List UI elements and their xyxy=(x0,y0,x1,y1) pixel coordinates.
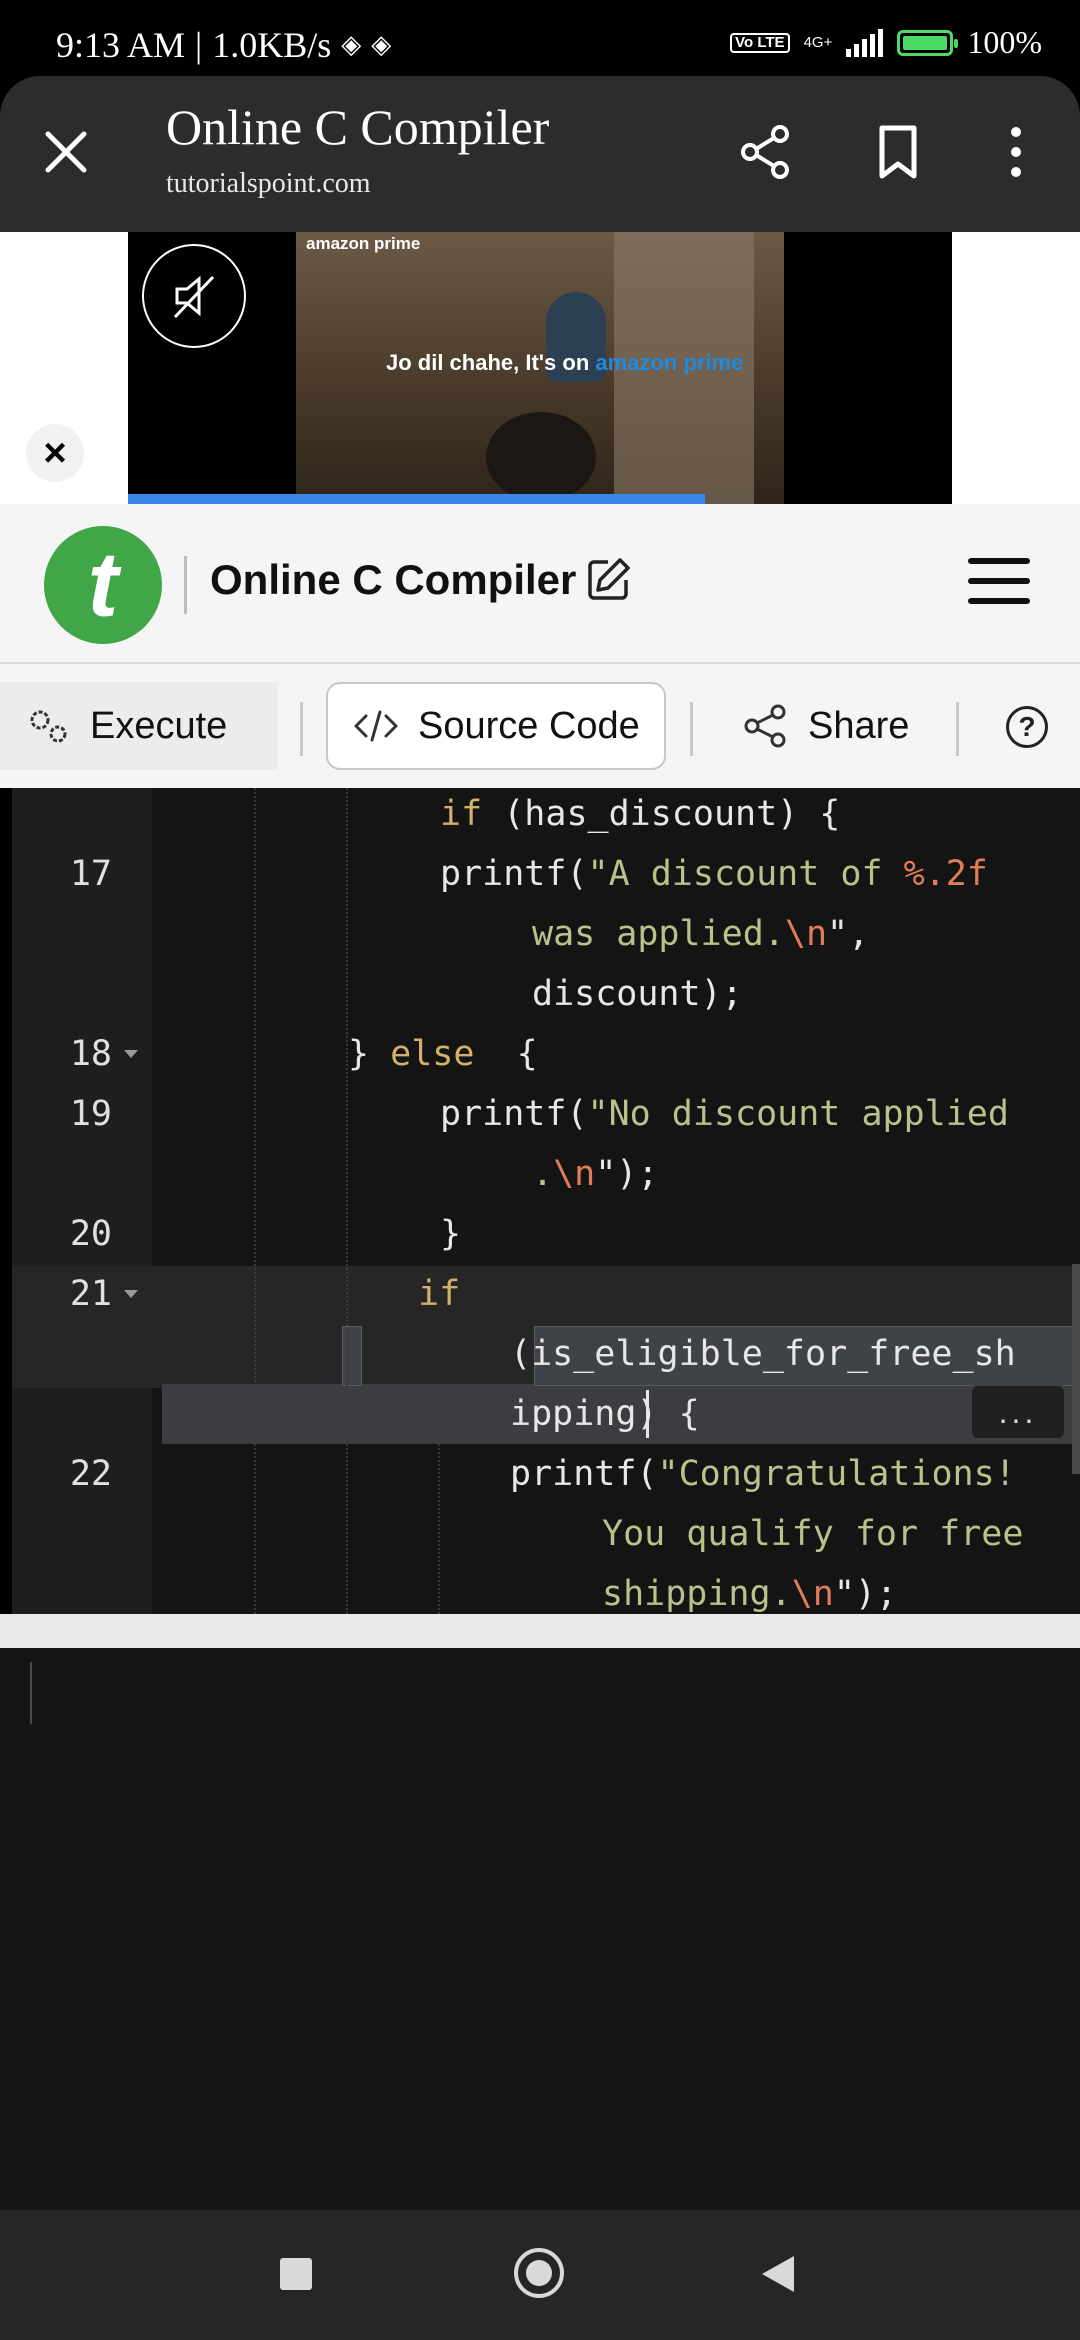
line-number: 17 xyxy=(69,854,112,894)
gears-icon xyxy=(30,710,67,743)
home-icon[interactable] xyxy=(514,2248,564,2298)
browser-page-title: Online C Compiler xyxy=(166,99,550,155)
ad-tagline: Jo dil chahe, It's on amazon prime xyxy=(386,350,744,375)
ad-tagline-brand: amazon prime xyxy=(595,350,744,375)
code-line: 18 } else { xyxy=(12,1024,1080,1084)
source-code-label: Source Code xyxy=(418,704,640,747)
video-progress-bar xyxy=(128,494,705,504)
share-label: Share xyxy=(808,704,910,747)
edit-icon[interactable] xyxy=(586,556,636,606)
battery-percent: 100% xyxy=(967,24,1042,60)
page-title: Online C Compiler xyxy=(210,556,577,603)
close-ad-button[interactable]: × xyxy=(26,424,84,482)
layers-icon: ◈ xyxy=(371,30,392,59)
terminal-cursor xyxy=(30,1662,32,1724)
code-line: 22 printf("Congratulations! xyxy=(12,1444,1080,1504)
line-number: 22 xyxy=(69,1454,112,1494)
header-divider xyxy=(184,556,187,614)
speaker-muted-icon xyxy=(173,275,215,319)
line-number: 20 xyxy=(69,1214,112,1254)
code-line: ipping) { xyxy=(510,1394,700,1434)
tutorialspoint-logo[interactable]: t xyxy=(44,526,162,644)
ad-brand: amazon prime xyxy=(306,234,421,253)
toolbar-divider xyxy=(690,702,693,756)
line-number: 21 xyxy=(69,1274,112,1314)
code-line: 19 printf("No discount applied xyxy=(12,1084,1080,1144)
code-line: You qualify for free xyxy=(602,1514,1024,1554)
video-ad[interactable]: amazon prime Jo dil chahe, It's on amazo… xyxy=(128,232,952,504)
editor-toolbar: Execute Source Code Share ? xyxy=(0,664,1080,788)
network-type: 4G+ xyxy=(803,34,833,51)
code-line: discount); xyxy=(532,974,743,1014)
code-line: 17 printf("A discount of %.2f xyxy=(12,844,1080,904)
execute-label: Execute xyxy=(90,704,228,747)
line-number: 19 xyxy=(69,1094,112,1134)
browser-toolbar: Online C Compiler tutorialspoint.com xyxy=(0,76,1080,232)
help-icon[interactable]: ? xyxy=(1006,706,1048,748)
code-line: 21 if xyxy=(12,1264,1080,1324)
code-line: shipping.\n"); xyxy=(602,1574,898,1614)
network-speed: 1.0KB/s xyxy=(212,25,332,65)
status-separator: | xyxy=(195,25,203,65)
code-line: 20 } xyxy=(12,1204,1080,1264)
share-icon xyxy=(744,704,786,748)
close-icon[interactable] xyxy=(40,126,92,178)
battery-icon xyxy=(897,29,959,56)
editor-scrollbar[interactable] xyxy=(1072,1264,1080,1474)
system-nav-bar xyxy=(0,2210,1080,2340)
share-button[interactable]: Share xyxy=(740,682,960,770)
source-code-button[interactable]: Source Code xyxy=(326,682,666,770)
share-icon[interactable] xyxy=(734,120,798,184)
panel-divider[interactable] xyxy=(0,1614,1080,1648)
site-header: t Online C Compiler xyxy=(0,504,1080,664)
more-vert-icon[interactable] xyxy=(984,120,1048,184)
recents-icon[interactable] xyxy=(280,2258,312,2290)
browser-url: tutorialspoint.com xyxy=(166,168,371,199)
status-time: 9:13 AM xyxy=(56,25,186,65)
code-line: (is_eligible_for_free_sh xyxy=(510,1334,1016,1374)
text-cursor xyxy=(646,1390,649,1438)
signal-icon xyxy=(846,28,884,57)
mute-button[interactable] xyxy=(142,244,246,348)
toolbar-divider xyxy=(956,702,959,756)
code-line: if (has_discount) { xyxy=(440,794,841,834)
more-options-button[interactable]: ... xyxy=(970,1384,1066,1440)
execute-button[interactable]: Execute xyxy=(0,682,278,770)
volte-badge: Vo LTE xyxy=(730,32,790,53)
code-line: .\n"); xyxy=(532,1154,659,1194)
code-line: was applied.\n", xyxy=(532,914,870,954)
layers-icon: ◈ xyxy=(341,30,362,59)
menu-icon[interactable] xyxy=(968,556,1032,611)
toolbar-divider xyxy=(300,702,303,756)
fold-arrow-icon[interactable] xyxy=(124,1050,138,1058)
output-terminal[interactable] xyxy=(0,1648,1080,2210)
bookmark-icon[interactable] xyxy=(866,120,930,184)
status-bar: 9:13 AM | 1.0KB/s ◈ ◈ Vo LTE 4G+ 100% xyxy=(0,0,1080,76)
fold-arrow-icon[interactable] xyxy=(124,1290,138,1298)
code-editor[interactable]: if (has_discount) { 17 printf("A discoun… xyxy=(12,788,1080,1614)
back-icon[interactable] xyxy=(762,2256,794,2292)
line-number: 18 xyxy=(69,1034,112,1074)
code-icon xyxy=(354,710,398,742)
